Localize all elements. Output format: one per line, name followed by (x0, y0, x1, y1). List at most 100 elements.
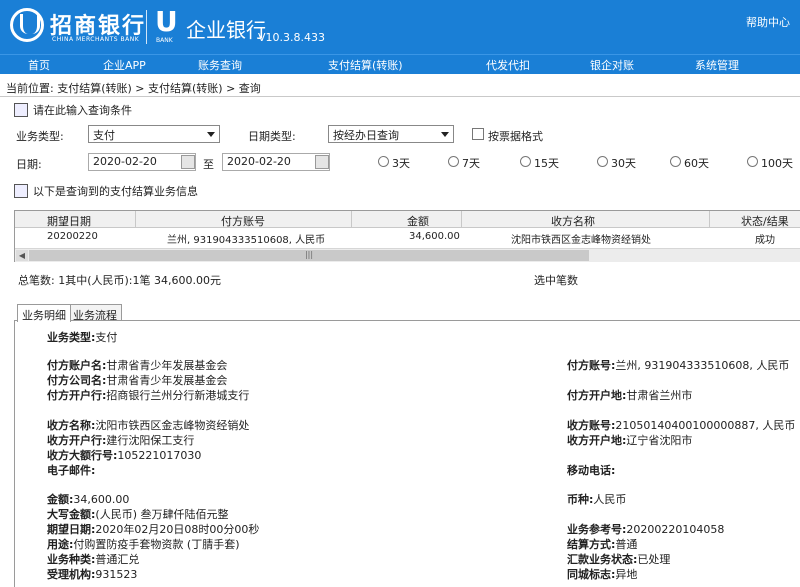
col-expected-date[interactable]: 期望日期 (47, 213, 91, 229)
range-7d-label: 7天 (462, 157, 480, 170)
range-15d-label: 15天 (534, 157, 559, 170)
help-center-link[interactable]: 帮助中心 (746, 14, 790, 30)
date-type-label: 日期类型: (248, 130, 296, 143)
horizontal-scrollbar[interactable]: ◀ ||| (15, 248, 800, 262)
summary-total: 总笔数: 1其中(人民币):1笔 34,600.00元 (18, 274, 221, 287)
date-type-value: 按经办日查询 (333, 129, 399, 142)
detail-purpose: 用途:付购置防疫手套物资款 (丁腈手套) (47, 538, 240, 551)
detail-biz-type: 业务类型:支付 (47, 331, 118, 344)
scroll-left-icon[interactable]: ◀ (16, 250, 28, 261)
table-row[interactable]: 20200220 兰州, 931904333510608, 人民币 34,600… (15, 229, 800, 246)
detail-payee-name: 收方名称:沈阳市铁西区金志峰物资经销处 (47, 419, 250, 432)
date-to-input[interactable]: 2020-02-20 (222, 153, 330, 171)
detail-payee-account: 收方账号:21050140400100000887, 人民币 (567, 419, 796, 432)
date-from-value: 2020-02-20 (93, 155, 157, 168)
calendar-icon[interactable] (181, 155, 195, 169)
cmb-logo-icon (10, 8, 44, 42)
nav-item-app[interactable]: 企业APP (103, 57, 146, 73)
cell-payer-account: 兰州, 931904333510608, 人民币 (167, 235, 326, 246)
query-section-title: 请在此输入查询条件 (14, 102, 132, 118)
results-table: 期望日期 付方账号 金额 收方名称 状态/结果 20200220 兰州, 931… (14, 210, 800, 262)
chevron-down-icon (441, 132, 449, 137)
tab-business-detail[interactable]: 业务明细 (17, 304, 71, 322)
u-bank-logo-sub: BANK (156, 37, 173, 44)
nav-item-payroll[interactable]: 代发代扣 (486, 57, 530, 73)
date-type-select[interactable]: 按经办日查询 (328, 125, 454, 143)
range-7d-radio[interactable] (448, 156, 459, 167)
calendar-icon[interactable] (315, 155, 329, 169)
nav-item-home[interactable]: 首页 (28, 57, 50, 73)
main-nav: 首页 企业APP 账务查询 支付结算(转账) 代发代扣 银企对账 系统管理 (0, 54, 800, 74)
nav-item-reconcile[interactable]: 银企对账 (590, 57, 634, 73)
results-list-icon (14, 184, 28, 198)
detail-payer-bank: 付方开户行:招商银行兰州分行新港城支行 (47, 389, 250, 402)
receipt-format-label: 按票据格式 (488, 130, 543, 143)
detail-mobile: 移动电话: (567, 464, 616, 477)
range-3d-label: 3天 (392, 157, 410, 170)
detail-payer-account: 付方账号:兰州, 931904333510608, 人民币 (567, 359, 790, 372)
query-section-label: 请在此输入查询条件 (33, 104, 132, 117)
table-header: 期望日期 付方账号 金额 收方名称 状态/结果 (15, 211, 800, 228)
receipt-format-checkbox[interactable] (472, 128, 484, 140)
col-payee-name[interactable]: 收方名称 (551, 213, 595, 229)
detail-amount: 金额:34,600.00 (47, 493, 130, 506)
biz-type-select[interactable]: 支付 (88, 125, 220, 143)
detail-email: 电子邮件: (47, 464, 96, 477)
detail-panel: 业务类型:支付 付方账户名:甘肃省青少年发展基金会 付方公司名:甘肃省青少年发展… (14, 320, 800, 587)
version-label: V10.3.8.433 (258, 31, 326, 44)
range-100d-radio[interactable] (747, 156, 758, 167)
nav-item-account-query[interactable]: 账务查询 (198, 57, 242, 73)
chevron-down-icon (207, 132, 215, 137)
detail-handler: 受理机构:931523 (47, 568, 138, 581)
biz-type-label: 业务类型: (16, 130, 64, 143)
detail-amount-upper: 大写金额:(人民币) 叁万肆仟陆佰元整 (47, 508, 229, 521)
cell-expected-date: 20200220 (47, 231, 98, 242)
breadcrumb-divider (0, 96, 800, 97)
detail-payer-name: 付方账户名:甘肃省青少年发展基金会 (47, 359, 228, 372)
detail-settle-mode: 结算方式:普通 (567, 538, 638, 551)
cell-amount: 34,600.00 (409, 231, 460, 242)
detail-payee-big-bank-no: 收方大额行号:105221017030 (47, 449, 202, 462)
col-amount[interactable]: 金额 (407, 213, 429, 229)
search-conditions-icon (14, 103, 28, 117)
product-name: 企业银行 (186, 18, 266, 42)
biz-type-value: 支付 (93, 129, 115, 142)
range-60d-radio[interactable] (670, 156, 681, 167)
date-from-input[interactable]: 2020-02-20 (88, 153, 196, 171)
header-divider (146, 10, 147, 44)
detail-payer-location: 付方开户地:甘肃省兰州市 (567, 389, 693, 402)
cell-payee-name: 沈阳市铁西区金志峰物资经销处 (511, 235, 651, 246)
app-header: 招商银行 CHINA MERCHANTS BANK U BANK 企业银行 V1… (0, 0, 800, 54)
nav-item-payment[interactable]: 支付结算(转账) (328, 57, 403, 73)
tab-business-flow[interactable]: 业务流程 (68, 304, 122, 322)
col-payer-account[interactable]: 付方账号 (221, 213, 265, 229)
detail-biz-ref: 业务参考号:20200220104058 (567, 523, 725, 536)
date-to-value: 2020-02-20 (227, 155, 291, 168)
date-label: 日期: (16, 158, 42, 171)
detail-payee-location: 收方开户地:辽宁省沈阳市 (567, 434, 693, 447)
range-15d-radio[interactable] (520, 156, 531, 167)
col-divider (461, 211, 462, 228)
range-100d-label: 100天 (761, 157, 793, 170)
cell-status: 成功 (755, 235, 775, 246)
range-3d-radio[interactable] (378, 156, 389, 167)
col-status[interactable]: 状态/结果 (741, 213, 789, 229)
detail-remit-status: 汇款业务状态:已处理 (567, 553, 671, 566)
detail-biz-kind: 业务种类:普通汇兑 (47, 553, 140, 566)
scrollbar-thumb[interactable]: ||| (29, 250, 589, 261)
col-divider (135, 211, 136, 228)
date-to-separator: 至 (203, 158, 214, 171)
nav-item-system[interactable]: 系统管理 (695, 57, 739, 73)
detail-currency: 币种:人民币 (567, 493, 627, 506)
summary-selected: 选中笔数 (534, 274, 578, 287)
range-30d-label: 30天 (611, 157, 636, 170)
detail-payer-company: 付方公司名:甘肃省青少年发展基金会 (47, 374, 228, 387)
bank-name-en: CHINA MERCHANTS BANK (52, 36, 140, 43)
u-bank-logo-icon: U (155, 5, 178, 38)
breadcrumb: 当前位置: 支付结算(转账) > 支付结算(转账) > 查询 (6, 82, 261, 95)
range-30d-radio[interactable] (597, 156, 608, 167)
detail-expected-date: 期望日期:2020年02月20日08时00分00秒 (47, 523, 260, 536)
col-divider (351, 211, 352, 228)
detail-payee-bank: 收方开户行:建行沈阳保工支行 (47, 434, 195, 447)
results-section-label: 以下是查询到的支付结算业务信息 (33, 185, 198, 198)
